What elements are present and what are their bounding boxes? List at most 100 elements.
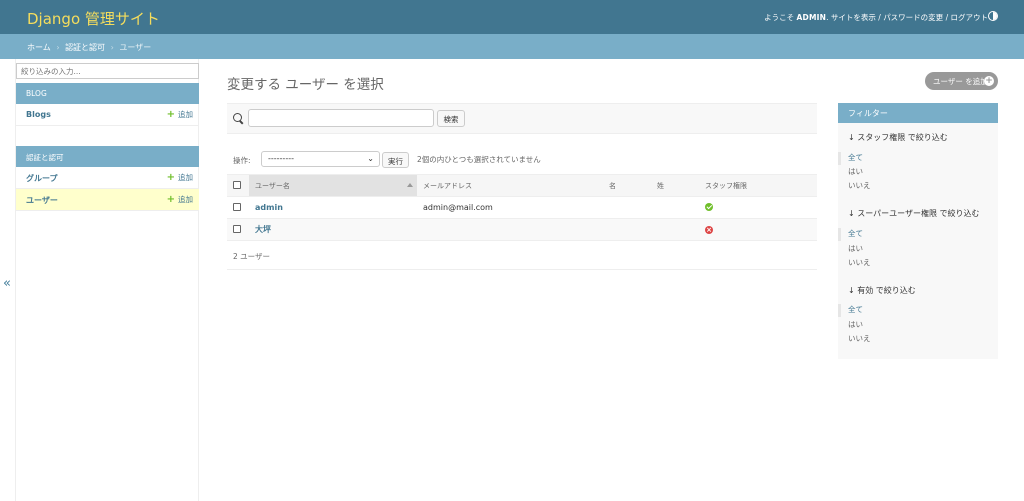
filter-choice-yes[interactable]: はい [838,319,998,332]
yes-check-icon [705,202,713,211]
filter-choice-yes[interactable]: はい [838,166,998,179]
search-button[interactable]: 検索 [437,110,465,127]
column-label[interactable]: メールアドレス [423,182,472,190]
plus-icon: + [984,76,994,86]
search-icon [233,113,242,122]
plus-icon: + [166,109,175,120]
add-user-label: ユーザー を追加 [933,77,988,86]
column-header-email[interactable]: メールアドレス [417,174,603,197]
action-selected-value: --------- [268,154,294,163]
changelist-filter: フィルター ↓ スタッフ権限 で絞り込む 全て はい いいえ ↓ スーパーユーザ… [838,103,998,359]
filter-choice-all[interactable]: 全て [838,228,998,241]
last-name-cell [651,196,699,219]
username-cell: 大坪 [249,218,417,241]
site-branding[interactable]: Django 管理サイト [27,8,160,29]
column-header-username[interactable]: ユーザー名 [249,174,417,197]
search-input[interactable] [248,109,434,127]
plus-icon: + [166,172,175,183]
result-list-table: ユーザー名 メールアドレス 名 姓 スタッフ権限 admin admin@mai… [227,174,817,241]
model-name[interactable]: ユーザー [26,196,58,205]
add-user-link[interactable]: + 追加 [167,194,193,205]
separator: / [945,13,949,22]
filter-choice-all[interactable]: 全て [838,304,998,317]
app-caption-auth[interactable]: 認証と認可 [16,146,199,167]
select-all-header [227,174,249,197]
breadcrumb-separator: › [56,43,60,52]
theme-toggle-icon[interactable] [988,11,998,21]
logout-link[interactable]: ログアウト [951,13,989,22]
filter-heading-staff[interactable]: ↓ スタッフ権限 で絞り込む [848,132,948,143]
change-password-link[interactable]: パスワードの変更 [883,13,943,22]
column-header-first-name[interactable]: 名 [603,174,651,197]
breadcrumb-home[interactable]: ホーム [27,43,51,52]
row-checkbox[interactable] [233,224,241,233]
username: ADMIN [796,13,827,22]
filter-choice-no[interactable]: いいえ [838,180,998,193]
add-label: 追加 [178,110,193,119]
filter-choice-no[interactable]: いいえ [838,257,998,270]
column-label[interactable]: 名 [609,182,616,190]
select-all-checkbox[interactable] [233,180,241,189]
breadcrumb-app[interactable]: 認証と認可 [65,43,105,52]
selection-counter: 2個の内ひとつも選択されていません [417,155,541,164]
paginator: 2 ユーザー [227,241,817,270]
column-label[interactable]: スタッフ権限 [705,182,747,190]
model-name[interactable]: グループ [26,174,58,183]
view-site-link[interactable]: サイトを表示 [831,13,876,22]
toggle-sidebar-button[interactable]: « [3,276,11,291]
separator: / [878,13,881,22]
email-cell [417,218,603,241]
action-select[interactable]: --------- ⌄ [261,151,380,167]
breadcrumb-separator: › [110,43,114,52]
table-row: admin admin@mail.com [227,196,817,219]
staff-cell: × [699,218,817,241]
breadcrumb-current: ユーザー [119,43,152,52]
user-link[interactable]: admin [255,203,283,212]
user-link[interactable]: 大坪 [255,225,271,234]
site-header: Django 管理サイト ようこそ ADMIN. サイトを表示 / パスワードの… [0,0,1024,34]
filter-heading-active[interactable]: ↓ 有効 で絞り込む [848,285,916,296]
add-group-link[interactable]: + 追加 [167,172,193,183]
username-cell: admin [249,196,417,219]
user-tools: ようこそ ADMIN. サイトを表示 / パスワードの変更 / ログアウト [764,13,989,22]
column-label[interactable]: ユーザー名 [255,182,290,190]
sort-ascending-icon[interactable] [407,183,413,187]
row-checkbox[interactable] [233,202,241,211]
staff-cell [699,196,817,219]
welcome-text: ようこそ [764,13,795,22]
email-cell: admin@mail.com [417,196,603,219]
first-name-cell [603,218,651,241]
first-name-cell [603,196,651,219]
table-row: 大坪 × [227,218,817,241]
column-header-last-name[interactable]: 姓 [651,174,699,197]
actions-label: 操作: [233,156,251,165]
sidebar-item-blogs[interactable]: Blogs + 追加 [16,104,199,126]
last-name-cell [651,218,699,241]
filter-choice-no[interactable]: いいえ [838,333,998,346]
sidebar-item-users[interactable]: ユーザー + 追加 [16,189,199,211]
search-toolbar: 検索 [227,103,817,134]
actions-bar: 操作: --------- ⌄ 実行 2個の内ひとつも選択されていません [227,148,817,172]
chevron-down-icon: ⌄ [367,154,374,163]
row-select-cell [227,218,249,241]
breadcrumb: ホーム › 認証と認可 › ユーザー [0,34,1024,59]
filter-title: フィルター [838,103,998,123]
app-caption-blog[interactable]: BLOG [16,83,199,104]
filter-choice-all[interactable]: 全て [838,152,998,165]
filter-choice-yes[interactable]: はい [838,243,998,256]
model-name[interactable]: Blogs [26,110,51,119]
add-blog-link[interactable]: + 追加 [167,109,193,120]
column-header-staff[interactable]: スタッフ権限 [699,174,817,197]
filter-heading-superuser[interactable]: ↓ スーパーユーザー権限 で絞り込む [848,208,980,219]
add-label: 追加 [178,173,193,182]
no-cross-icon: × [705,226,713,234]
column-label[interactable]: 姓 [657,182,664,190]
plus-icon: + [166,194,175,205]
row-select-cell [227,196,249,219]
add-user-button[interactable]: ユーザー を追加 + [925,72,998,90]
sidebar-item-groups[interactable]: グループ + 追加 [16,167,199,189]
run-action-button[interactable]: 実行 [382,152,409,168]
sidebar-filter-input[interactable] [16,63,199,79]
add-label: 追加 [178,195,193,204]
page-title: 変更する ユーザー を選択 [227,77,384,93]
